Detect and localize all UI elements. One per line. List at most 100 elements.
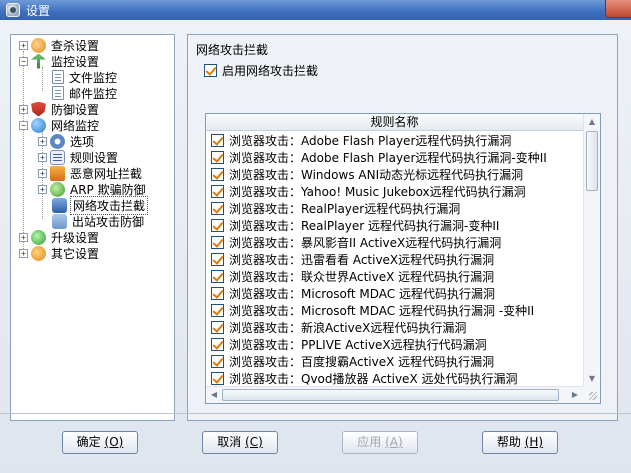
rule-name: 浏览器攻击：联众世界ActiveX 远程代码执行漏洞: [229, 270, 495, 284]
checkbox[interactable]: [204, 64, 217, 77]
expand-icon[interactable]: +: [38, 136, 47, 146]
cancel-button[interactable]: 取消 (C): [202, 431, 278, 454]
scroll-right-icon[interactable]: ▶: [567, 387, 583, 403]
list-item[interactable]: 浏览器攻击：迅雷看看 ActiveX远程代码执行漏洞: [206, 251, 583, 268]
rule-checkbox[interactable]: [211, 304, 224, 317]
list-item[interactable]: 浏览器攻击：百度搜霸ActiveX 远程代码执行漏洞: [206, 353, 583, 370]
scroll-left-icon[interactable]: ◀: [206, 387, 222, 403]
tree-item-defense-settings[interactable]: + 防御设置: [19, 101, 101, 117]
collapse-icon[interactable]: −: [19, 120, 28, 130]
list-item[interactable]: 浏览器攻击：RealPlayer 远程代码执行漏洞-变种II: [206, 217, 583, 234]
tree-line: [42, 67, 43, 91]
settings-tree[interactable]: + 查杀设置 − 监控设置 文件监控 邮件监控 + 防御设置 − 网络监控 + …: [10, 34, 175, 421]
rule-checkbox[interactable]: [211, 236, 224, 249]
rule-checkbox[interactable]: [211, 321, 224, 334]
list-item[interactable]: 浏览器攻击：Microsoft MDAC 远程代码执行漏洞 -变种II: [206, 302, 583, 319]
apply-button[interactable]: 应用 (A): [342, 431, 418, 454]
tree-item-monitor-settings[interactable]: − 监控设置: [19, 53, 101, 69]
list-item[interactable]: 浏览器攻击：新浪ActiveX远程代码执行漏洞: [206, 319, 583, 336]
close-button[interactable]: [605, 0, 631, 18]
tree-item-network-attack[interactable]: 网络攻击拦截: [52, 195, 149, 215]
rule-checkbox[interactable]: [211, 338, 224, 351]
list-item[interactable]: 浏览器攻击：Qvod播放器 ActiveX 远处代码执行漏洞: [206, 370, 583, 387]
rule-name: 浏览器攻击：PPLIVE ActiveX远程执行代码漏洞: [229, 338, 487, 352]
umbrella-icon: [31, 53, 46, 69]
list-item[interactable]: 浏览器攻击：Windows ANI动态光标远程代码执行漏洞: [206, 166, 583, 183]
rule-name: 浏览器攻击：Adobe Flash Player远程代码执行漏洞: [229, 134, 512, 148]
scroll-thumb[interactable]: [586, 131, 598, 191]
title-bar[interactable]: 设置: [0, 0, 631, 20]
list-item[interactable]: 浏览器攻击：Adobe Flash Player远程代码执行漏洞: [206, 132, 583, 149]
list-item[interactable]: 浏览器攻击：PPLIVE ActiveX远程执行代码漏洞: [206, 336, 583, 353]
list-item[interactable]: 浏览器攻击：RealPlayer远程代码执行漏洞: [206, 200, 583, 217]
tree-item-outbound-defense[interactable]: 出站攻击防御: [52, 213, 146, 229]
vertical-scrollbar[interactable]: ▲ ▼: [583, 114, 600, 387]
rule-checkbox[interactable]: [211, 219, 224, 232]
rule-checkbox[interactable]: [211, 151, 224, 164]
rule-checkbox[interactable]: [211, 355, 224, 368]
tree-item-rule-settings[interactable]: + 规则设置: [38, 149, 120, 165]
network-attack-panel: 网络攻击拦截 启用网络攻击拦截 规则名称 浏览器攻击：Adobe Flash P…: [187, 34, 618, 421]
list-item[interactable]: 浏览器攻击：Yahoo! Music Jukebox远程代码执行漏洞: [206, 183, 583, 200]
scroll-thumb-horizontal[interactable]: [222, 389, 559, 401]
expand-icon[interactable]: +: [38, 152, 47, 162]
expand-icon[interactable]: +: [19, 232, 28, 242]
list-icon: [50, 149, 65, 165]
rules-list[interactable]: 规则名称 浏览器攻击：Adobe Flash Player远程代码执行漏洞 浏览器…: [205, 113, 601, 404]
list-item[interactable]: 浏览器攻击：Adobe Flash Player远程代码执行漏洞-变种II: [206, 149, 583, 166]
tree-item-options[interactable]: + 选项: [38, 133, 96, 149]
app-icon: [6, 3, 20, 17]
expand-icon[interactable]: +: [19, 40, 28, 50]
collapse-icon[interactable]: −: [19, 56, 28, 66]
resize-grip-icon[interactable]: [583, 386, 600, 403]
rule-checkbox[interactable]: [211, 253, 224, 266]
tree-line: [23, 51, 24, 251]
globe-icon: [31, 117, 46, 133]
rule-name: 浏览器攻击：迅雷看看 ActiveX远程代码执行漏洞: [229, 253, 495, 267]
tree-item-mail-monitor[interactable]: 邮件监控: [52, 85, 119, 101]
list-item[interactable]: 浏览器攻击：联众世界ActiveX 远程代码执行漏洞: [206, 268, 583, 285]
tree-item-upgrade-settings[interactable]: + 升级设置: [19, 229, 101, 245]
expand-icon[interactable]: +: [38, 168, 47, 178]
scroll-down-icon[interactable]: ▼: [584, 371, 600, 387]
rule-checkbox[interactable]: [211, 134, 224, 147]
rule-checkbox[interactable]: [211, 270, 224, 283]
network-attack-icon: [52, 197, 67, 213]
rule-name: 浏览器攻击：Adobe Flash Player远程代码执行漏洞-变种II: [229, 151, 547, 165]
dialog-body: + 查杀设置 − 监控设置 文件监控 邮件监控 + 防御设置 − 网络监控 + …: [0, 20, 631, 473]
scroll-up-icon[interactable]: ▲: [584, 114, 600, 130]
search-icon: [31, 37, 46, 53]
rule-name: 浏览器攻击：Qvod播放器 ActiveX 远处代码执行漏洞: [229, 372, 518, 386]
gear-icon: [50, 133, 65, 149]
ok-button[interactable]: 确定 (O): [62, 431, 138, 454]
column-header-rule-name[interactable]: 规则名称: [206, 114, 583, 131]
rule-checkbox[interactable]: [211, 202, 224, 215]
tree-item-network-monitor[interactable]: − 网络监控: [19, 117, 101, 133]
rule-name: 浏览器攻击：暴风影音II ActiveX远程代码执行漏洞: [229, 236, 502, 250]
enable-attack-block-checkbox[interactable]: 启用网络攻击拦截: [204, 62, 318, 79]
expand-icon[interactable]: +: [19, 248, 28, 258]
block-icon: [50, 165, 65, 181]
arp-icon: [50, 181, 65, 197]
rule-checkbox[interactable]: [211, 372, 224, 385]
rule-checkbox[interactable]: [211, 168, 224, 181]
tree-item-file-monitor[interactable]: 文件监控: [52, 69, 119, 85]
other-settings-icon: [31, 245, 46, 261]
window-title: 设置: [26, 3, 51, 18]
expand-icon[interactable]: +: [38, 184, 47, 194]
list-item[interactable]: 浏览器攻击：暴风影音II ActiveX远程代码执行漏洞: [206, 234, 583, 251]
tree-item-other-settings[interactable]: + 其它设置: [19, 245, 101, 261]
rule-name: 浏览器攻击：Microsoft MDAC 远程代码执行漏洞 -变种II: [229, 304, 535, 318]
rule-name: 浏览器攻击：新浪ActiveX远程代码执行漏洞: [229, 321, 467, 335]
shield-icon: [31, 101, 46, 117]
help-button[interactable]: 帮助 (H): [482, 431, 558, 454]
rule-checkbox[interactable]: [211, 287, 224, 300]
expand-icon[interactable]: +: [19, 104, 28, 114]
tree-item-scan-settings[interactable]: + 查杀设置: [19, 37, 101, 53]
tree-item-malicious-url[interactable]: + 恶意网址拦截: [38, 165, 144, 181]
rule-checkbox[interactable]: [211, 185, 224, 198]
mail-icon: [52, 86, 64, 100]
rules-rows: 浏览器攻击：Adobe Flash Player远程代码执行漏洞浏览器攻击：Ad…: [206, 132, 583, 387]
horizontal-scrollbar[interactable]: ◀ ▶: [206, 386, 583, 403]
list-item[interactable]: 浏览器攻击：Microsoft MDAC 远程代码执行漏洞: [206, 285, 583, 302]
